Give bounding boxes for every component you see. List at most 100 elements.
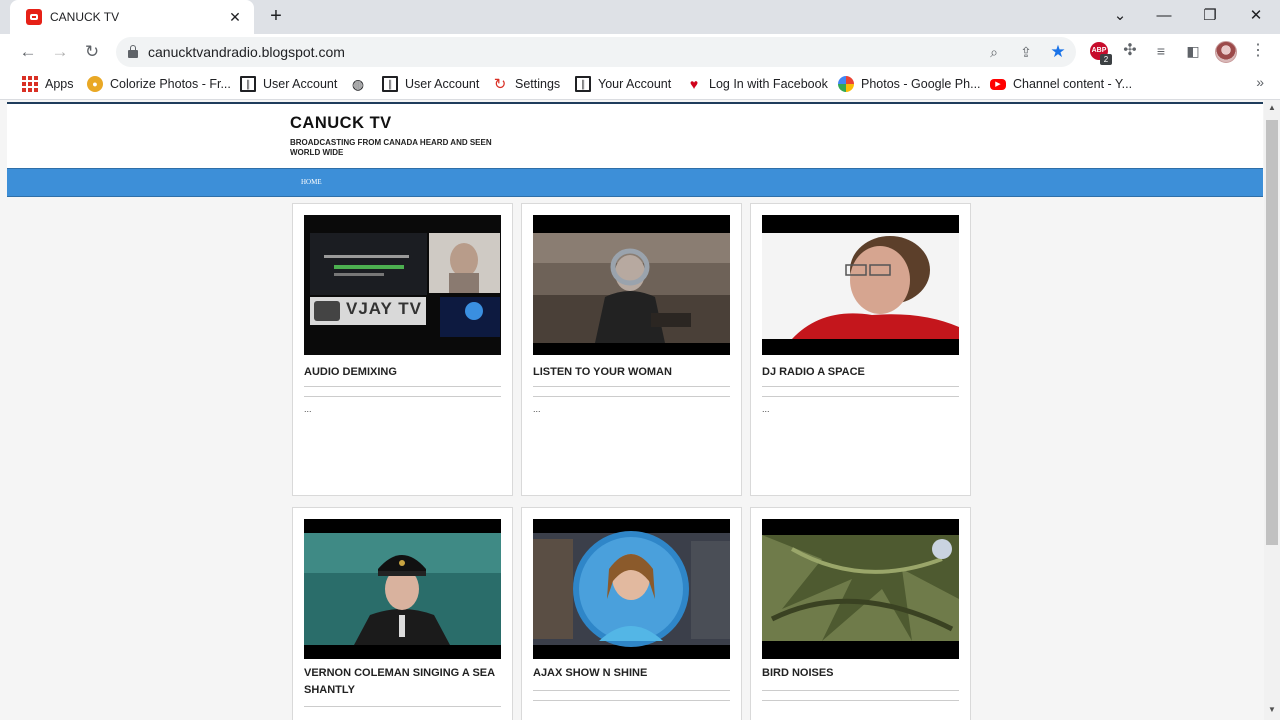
post-card[interactable]: VJAY TV AUDIO DEMIXING ...: [292, 203, 513, 496]
scroll-down-arrow-icon[interactable]: ▼: [1264, 702, 1280, 718]
post-card[interactable]: LISTEN TO YOUR WOMAN ...: [521, 203, 742, 496]
bookmark-google-photos[interactable]: Photos - Google Ph...: [838, 74, 981, 94]
building-icon: ║: [240, 76, 256, 92]
lock-icon[interactable]: [128, 45, 138, 58]
extensions-puzzle-icon[interactable]: ✣: [1118, 39, 1142, 63]
bookmark-label: Log In with Facebook: [709, 77, 828, 91]
tab-strip: CANUCK TV ✕ + ⌄ — ❐ ✕: [0, 0, 1280, 34]
divider: [304, 386, 501, 387]
bookmark-label: Your Account: [598, 77, 672, 91]
bookmark-label: Apps: [45, 77, 74, 91]
divider: [304, 706, 501, 707]
divider: [762, 396, 959, 397]
post-title[interactable]: DJ RADIO A SPACE: [762, 364, 961, 381]
window-close-icon[interactable]: ✕: [1244, 4, 1268, 28]
bookmark-star-icon[interactable]: ★: [1048, 42, 1068, 62]
profile-avatar[interactable]: [1215, 41, 1237, 63]
divider: [533, 690, 730, 691]
post-title[interactable]: LISTEN TO YOUR WOMAN: [533, 364, 732, 381]
building-icon: ║: [575, 76, 591, 92]
new-tab-button[interactable]: +: [264, 5, 288, 29]
bookmark-facebook-login[interactable]: ♥ Log In with Facebook: [686, 74, 828, 94]
bookmarks-overflow-icon[interactable]: »: [1256, 74, 1264, 90]
divider: [304, 396, 501, 397]
bookmark-settings[interactable]: ↻ Settings: [492, 74, 560, 94]
post-thumbnail[interactable]: [304, 519, 501, 659]
bookmark-youtube-channel[interactable]: ▶ Channel content - Y...: [990, 74, 1132, 94]
scroll-thumb[interactable]: [1266, 120, 1278, 545]
divider: [533, 700, 730, 701]
tab-search-icon[interactable]: ⌄: [1108, 4, 1132, 28]
bookmark-label: User Account: [263, 77, 338, 91]
browser-tab[interactable]: CANUCK TV ✕: [10, 0, 254, 34]
address-bar[interactable]: canucktvandradio.blogspot.com ⌕ ⇪ ★: [116, 37, 1076, 67]
post-title[interactable]: AJAX SHOW N SHINE: [533, 665, 732, 682]
pinwheel-icon: [838, 76, 854, 92]
reload-icon[interactable]: ↻: [80, 40, 104, 64]
minimize-icon[interactable]: —: [1152, 4, 1176, 28]
blog-header: CANUCK TV BROADCASTING FROM CANADA HEARD…: [7, 104, 1263, 168]
close-tab-icon[interactable]: ✕: [226, 9, 244, 26]
post-thumbnail[interactable]: [533, 519, 730, 659]
post-thumbnail[interactable]: [762, 215, 959, 355]
divider: [533, 386, 730, 387]
divider: [762, 700, 959, 701]
blog-navbar: HOME: [7, 168, 1263, 197]
nav-home-link[interactable]: HOME: [301, 178, 322, 186]
menu-kebab-icon[interactable]: ⋮: [1246, 39, 1270, 63]
post-card[interactable]: VERNON COLEMAN SINGING A SEA SHANTLY: [292, 507, 513, 720]
post-thumbnail[interactable]: VJAY TV: [304, 215, 501, 355]
post-card[interactable]: BIRD NOISES: [750, 507, 971, 720]
bookmark-user-account-1[interactable]: ║ User Account: [240, 74, 337, 94]
settings-swirl-icon: ↻: [493, 76, 507, 93]
tab-title: CANUCK TV: [50, 10, 120, 24]
globe-icon: ◍: [351, 75, 365, 92]
bookmark-label: Settings: [515, 77, 561, 91]
bookmark-colorize[interactable]: ● Colorize Photos - Fr...: [87, 74, 231, 94]
post-thumbnail[interactable]: [533, 215, 730, 355]
page-scrollbar[interactable]: ▲ ▼: [1264, 100, 1280, 720]
post-title[interactable]: BIRD NOISES: [762, 665, 961, 682]
url-text[interactable]: canucktvandradio.blogspot.com: [148, 44, 345, 60]
post-title[interactable]: VERNON COLEMAN SINGING A SEA SHANTLY: [304, 665, 503, 699]
youtube-icon: ▶: [990, 78, 1006, 90]
post-snippet: ...: [304, 404, 312, 414]
vjay-tv-logo-text: VJAY TV: [346, 299, 422, 318]
post-title[interactable]: AUDIO DEMIXING: [304, 364, 503, 381]
page-viewport: CANUCK TV BROADCASTING FROM CANADA HEARD…: [0, 100, 1280, 720]
media-queue-icon[interactable]: ≡: [1149, 39, 1173, 63]
bookmark-label: Channel content - Y...: [1013, 77, 1133, 91]
adblock-badge: 2: [1100, 54, 1112, 65]
building-icon: ║: [382, 76, 398, 92]
bookmark-label: Photos - Google Ph...: [861, 77, 981, 91]
forward-arrow-icon[interactable]: →: [48, 40, 72, 64]
post-snippet: ...: [533, 404, 541, 414]
blog-description: BROADCASTING FROM CANADA HEARD AND SEEN …: [290, 138, 492, 157]
back-arrow-icon[interactable]: ←: [16, 40, 40, 64]
share-icon[interactable]: ⇪: [1016, 42, 1036, 62]
scroll-up-arrow-icon[interactable]: ▲: [1264, 100, 1280, 116]
bookmark-user-account-2[interactable]: ║ User Account: [382, 74, 479, 94]
blog-title[interactable]: CANUCK TV: [290, 114, 392, 133]
bookmarks-bar: Apps ● Colorize Photos - Fr... ║ User Ac…: [0, 70, 1280, 98]
bookmark-label: User Account: [405, 77, 480, 91]
bookmark-apps[interactable]: Apps: [22, 74, 74, 94]
bookmark-globe[interactable]: ◍: [350, 74, 373, 94]
heart-icon: ♥: [689, 76, 699, 92]
bookmark-label: Colorize Photos - Fr...: [110, 77, 231, 91]
apps-grid-icon: [22, 76, 38, 92]
restore-icon[interactable]: ❐: [1198, 4, 1222, 28]
divider: [533, 396, 730, 397]
zoom-icon[interactable]: ⌕: [984, 42, 1004, 62]
post-card[interactable]: AJAX SHOW N SHINE: [521, 507, 742, 720]
post-snippet: ...: [762, 404, 770, 414]
bookmark-your-account[interactable]: ║ Your Account: [575, 74, 671, 94]
colorize-icon: ●: [87, 76, 103, 92]
post-thumbnail[interactable]: [762, 519, 959, 659]
blogger-favicon-icon: [26, 9, 42, 25]
browser-toolbar: ← → ↻ canucktvandradio.blogspot.com ⌕ ⇪ …: [0, 34, 1280, 70]
side-panel-icon[interactable]: ◧: [1181, 39, 1205, 63]
divider: [762, 690, 959, 691]
divider: [762, 386, 959, 387]
post-card[interactable]: DJ RADIO A SPACE ...: [750, 203, 971, 496]
